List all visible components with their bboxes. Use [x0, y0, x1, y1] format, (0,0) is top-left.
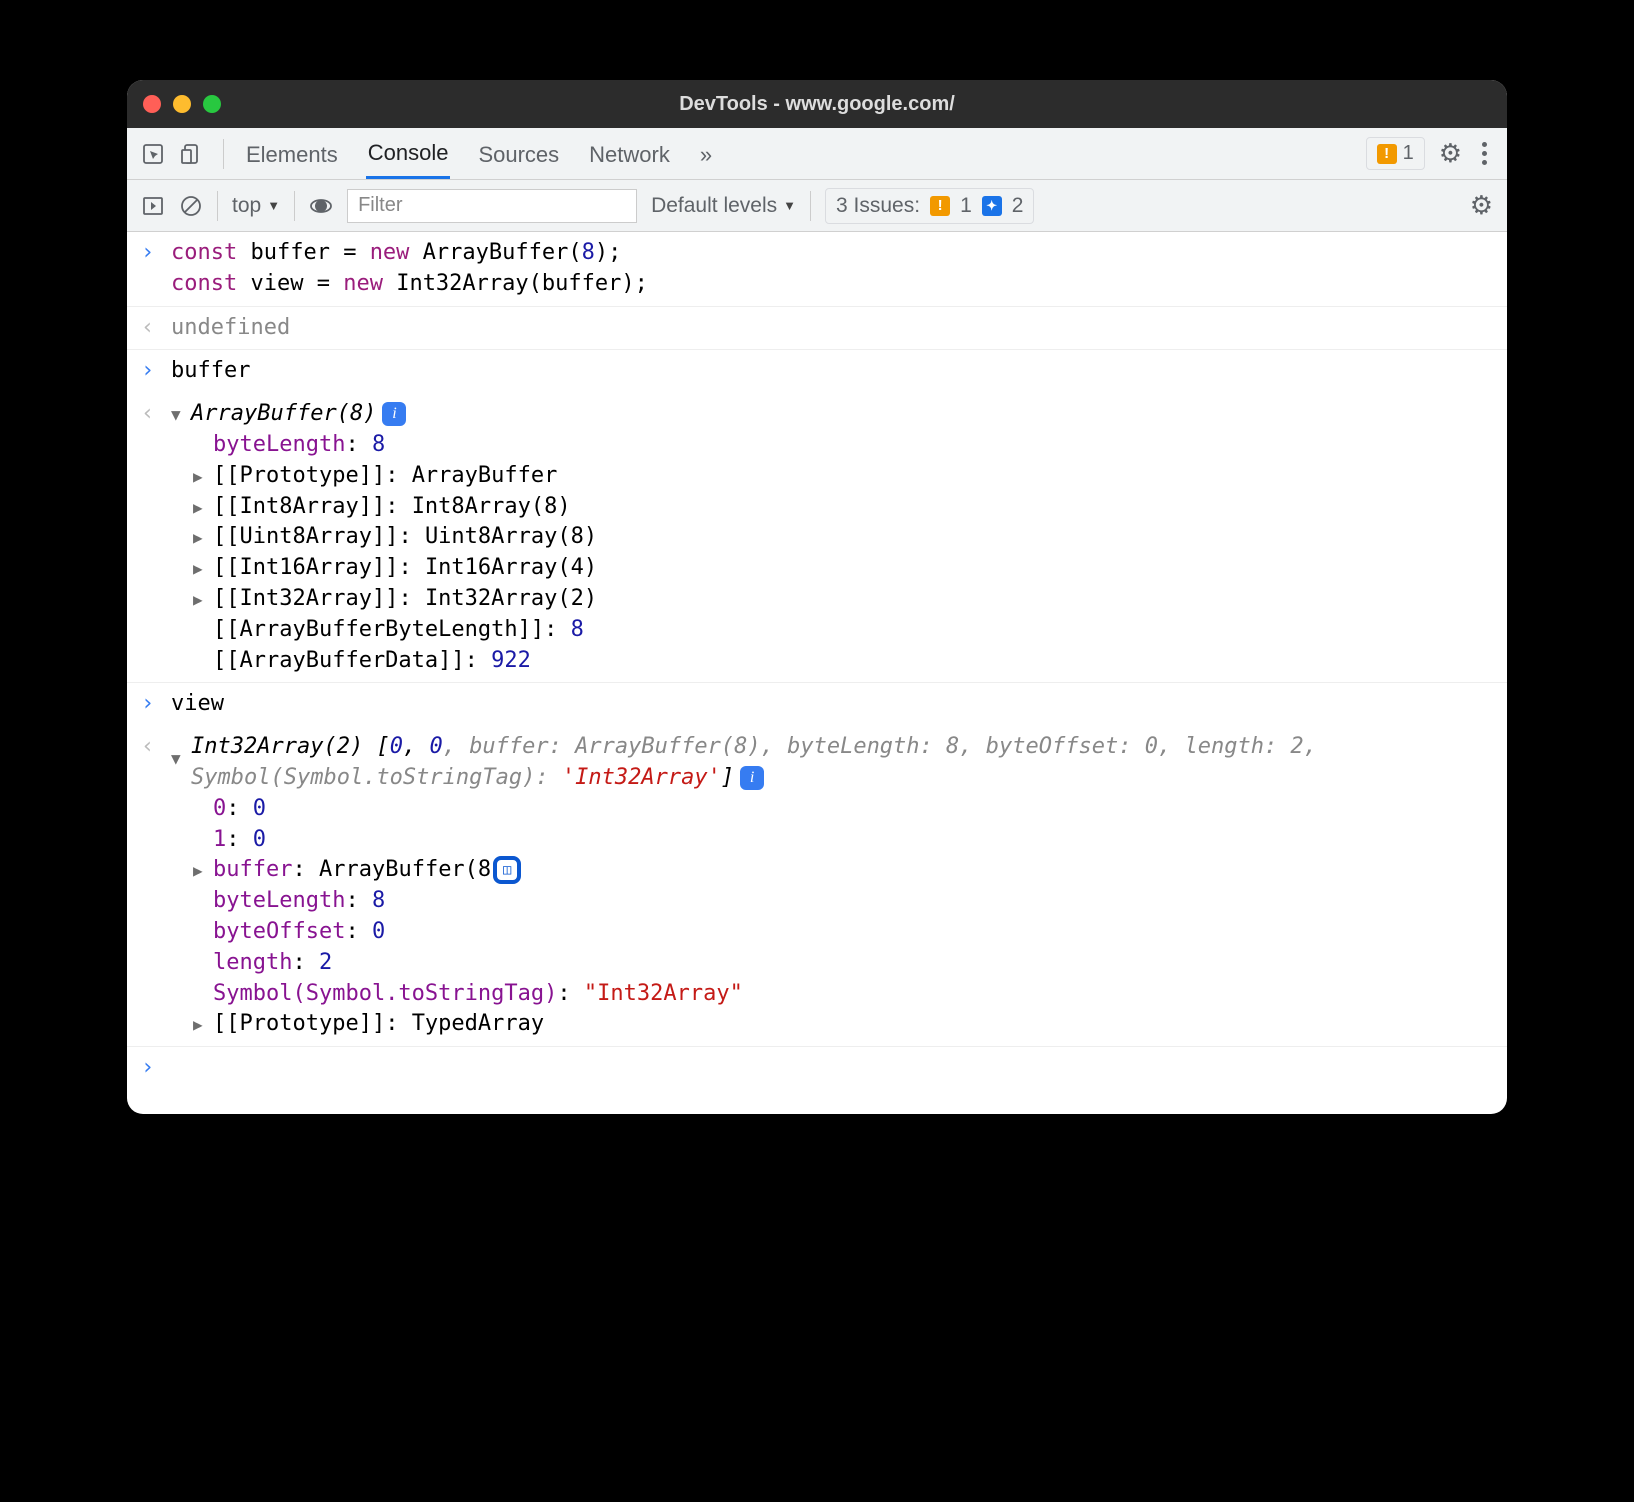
expand-arrow-icon[interactable]: ▼	[171, 399, 191, 426]
warning-icon: !	[1377, 144, 1397, 164]
return-icon: ‹	[141, 399, 171, 676]
expand-arrow-icon[interactable]: ▶	[193, 522, 213, 549]
console-output: › const buffer = new ArrayBuffer(8); con…	[127, 232, 1507, 1114]
object-property[interactable]: ▶[[Int16Array]]: Int16Array(4)	[193, 553, 1495, 584]
issues-button[interactable]: 3 Issues: ! 1 ✦ 2	[825, 188, 1034, 224]
prompt-icon: ›	[141, 1053, 171, 1084]
return-icon: ‹	[141, 313, 171, 344]
prompt-icon: ›	[141, 689, 171, 720]
console-toolbar: top ▼ Filter Default levels ▼ 3 Issues: …	[127, 180, 1507, 232]
settings-icon[interactable]: ⚙	[1439, 138, 1462, 169]
console-object-row: ‹ ▼ ArrayBuffer(8)i byteLength: 8 ▶[[Pro…	[127, 393, 1507, 683]
object-property[interactable]: [[ArrayBufferData]]: 922	[193, 646, 1495, 677]
clear-console-icon[interactable]	[179, 194, 203, 218]
panel-tabs: Elements Console Sources Network »	[244, 128, 714, 179]
expand-arrow-icon[interactable]: ▶	[193, 1009, 213, 1036]
console-input-row: › buffer	[127, 350, 1507, 393]
object-property[interactable]: ▶[[Uint8Array]]: Uint8Array(8)	[193, 522, 1495, 553]
object-property[interactable]: ▶[[Prototype]]: TypedArray	[193, 1009, 1495, 1040]
info-badge-icon[interactable]: i	[382, 402, 406, 426]
object-property[interactable]: 0: 0	[193, 794, 1495, 825]
tab-sources[interactable]: Sources	[476, 130, 561, 178]
context-select[interactable]: top ▼	[232, 194, 280, 218]
code-line[interactable]: const buffer = new ArrayBuffer(8); const…	[171, 238, 1495, 300]
object-property[interactable]: ▶[[Int32Array]]: Int32Array(2)	[193, 584, 1495, 615]
info-icon: ✦	[982, 196, 1002, 216]
object-header[interactable]: ▼ Int32Array(2) [0, 0, buffer: ArrayBuff…	[171, 732, 1495, 794]
memory-inspector-icon[interactable]	[493, 856, 521, 884]
tab-network[interactable]: Network	[587, 130, 672, 178]
object-property[interactable]: byteOffset: 0	[193, 917, 1495, 948]
code-line[interactable]: view	[171, 689, 1495, 720]
expand-arrow-icon[interactable]: ▶	[193, 553, 213, 580]
tab-console[interactable]: Console	[366, 128, 451, 179]
kebab-icon[interactable]	[1476, 142, 1493, 165]
inspect-icon[interactable]	[141, 142, 165, 166]
tab-elements[interactable]: Elements	[244, 130, 340, 178]
object-property[interactable]: 1: 0	[193, 825, 1495, 856]
levels-select[interactable]: Default levels ▼	[651, 194, 796, 218]
expand-arrow-icon[interactable]: ▶	[193, 492, 213, 519]
console-input-row: › view	[127, 683, 1507, 726]
prompt-icon: ›	[141, 238, 171, 300]
tab-more[interactable]: »	[698, 130, 714, 178]
object-property[interactable]: Symbol(Symbol.toStringTag): "Int32Array"	[193, 979, 1495, 1010]
device-icon[interactable]	[179, 142, 203, 166]
object-property[interactable]: length: 2	[193, 948, 1495, 979]
prompt-icon: ›	[141, 356, 171, 387]
filter-input[interactable]: Filter	[347, 189, 637, 223]
object-property[interactable]: ▶[[Int8Array]]: Int8Array(8)	[193, 492, 1495, 523]
console-result-row: ‹ undefined	[127, 307, 1507, 351]
code-line[interactable]: buffer	[171, 356, 1495, 387]
expand-arrow-icon[interactable]: ▶	[193, 461, 213, 488]
console-settings-icon[interactable]: ⚙	[1470, 190, 1493, 221]
expand-arrow-icon[interactable]: ▶	[193, 584, 213, 611]
object-header[interactable]: ▼ ArrayBuffer(8)i	[171, 399, 1495, 430]
info-badge-icon[interactable]: i	[740, 766, 764, 790]
return-icon: ‹	[141, 732, 171, 1040]
warning-icon: !	[930, 196, 950, 216]
devtools-window: DevTools - www.google.com/ Elements Cons…	[127, 80, 1507, 1114]
console-prompt-row[interactable]: ›	[127, 1047, 1507, 1114]
warnings-badge[interactable]: ! 1	[1366, 137, 1425, 170]
object-property[interactable]: byteLength: 8	[193, 886, 1495, 917]
expand-arrow-icon[interactable]: ▼	[171, 732, 191, 770]
toggle-sidebar-icon[interactable]	[141, 194, 165, 218]
titlebar: DevTools - www.google.com/	[127, 80, 1507, 128]
object-property[interactable]: [[ArrayBufferByteLength]]: 8	[193, 615, 1495, 646]
console-object-row: ‹ ▼ Int32Array(2) [0, 0, buffer: ArrayBu…	[127, 726, 1507, 1047]
console-input-row: › const buffer = new ArrayBuffer(8); con…	[127, 232, 1507, 307]
object-property[interactable]: ▶buffer: ArrayBuffer(8	[193, 855, 1495, 886]
main-toolbar: Elements Console Sources Network » ! 1 ⚙	[127, 128, 1507, 180]
live-expression-icon[interactable]	[309, 194, 333, 218]
undefined-result: undefined	[171, 313, 1495, 344]
object-property[interactable]: byteLength: 8	[193, 430, 1495, 461]
object-property[interactable]: ▶[[Prototype]]: ArrayBuffer	[193, 461, 1495, 492]
window-title: DevTools - www.google.com/	[127, 93, 1507, 116]
warning-count: 1	[1403, 142, 1414, 165]
expand-arrow-icon[interactable]: ▶	[193, 855, 213, 882]
